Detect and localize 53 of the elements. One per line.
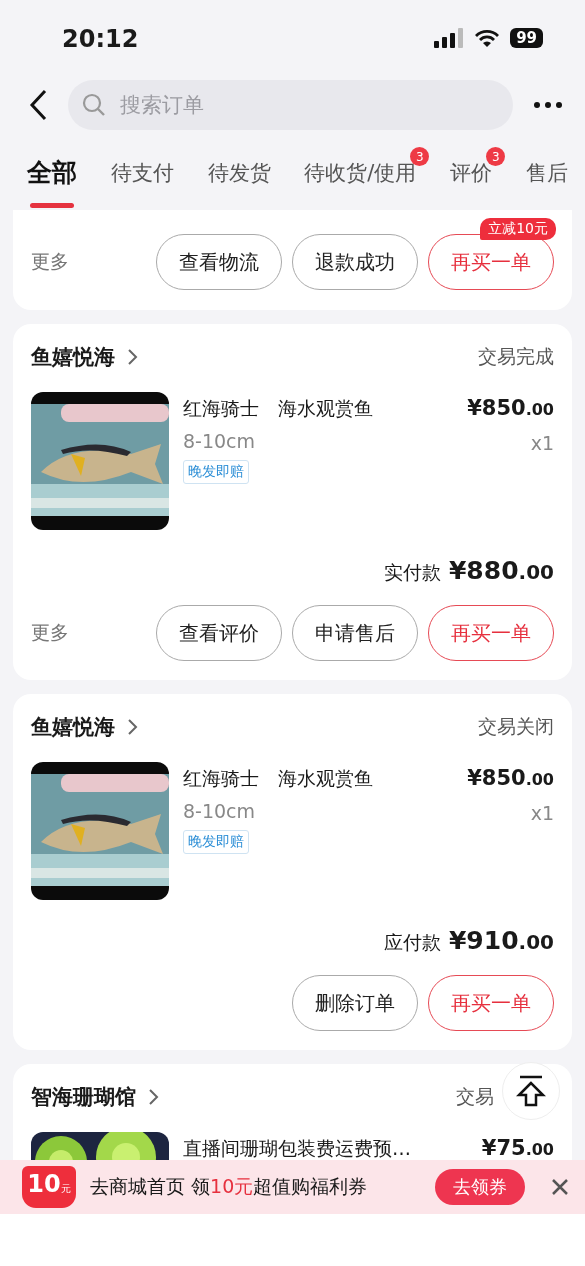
filter-tab[interactable]: 全部 <box>24 135 80 210</box>
order-status: 交易 <box>456 1084 494 1109</box>
order-action-button[interactable]: 查看物流 <box>156 234 282 290</box>
discount-tag: 立减10元 <box>480 218 556 240</box>
coupon-amount: 10元 <box>22 1166 76 1208</box>
order-action-button[interactable]: 申请售后 <box>292 605 418 661</box>
chevron-right-icon <box>127 718 139 736</box>
count-badge: 3 <box>486 147 506 166</box>
order-action-button[interactable]: 退款成功 <box>292 234 418 290</box>
quantity: x1 <box>530 802 554 824</box>
claim-coupon-button[interactable]: 去领券 <box>435 1169 525 1205</box>
shop-name[interactable]: 鱼嬉悦海 <box>31 343 115 371</box>
service-tag: 晚发即赔 <box>183 830 249 854</box>
product-title: 红海骑士 海水观赏鱼 <box>183 396 374 421</box>
order-action-button[interactable]: 查看评价 <box>156 605 282 661</box>
search-field[interactable]: 搜索订单 <box>68 80 513 130</box>
shop-name[interactable]: 智海珊瑚馆 <box>31 1083 136 1111</box>
quantity: x1 <box>530 432 554 454</box>
back-icon[interactable] <box>28 89 48 121</box>
filter-tab[interactable]: 待发货 <box>204 135 274 210</box>
product-spec: 8-10cm <box>183 800 257 822</box>
clock: 20:12 <box>62 23 140 53</box>
product-title: 直播间珊瑚包装费运费预… <box>183 1136 412 1160</box>
search-icon <box>82 93 106 117</box>
order-action-button[interactable]: 删除订单 <box>292 975 418 1031</box>
product-spec: 8-10cm <box>183 430 257 452</box>
filter-tab[interactable]: 售后 <box>523 135 571 210</box>
buy-again-button[interactable]: 再买一单 <box>428 234 554 290</box>
chevron-right-icon <box>127 348 139 366</box>
product-price: ¥850.00 <box>467 396 554 420</box>
more-icon[interactable] <box>533 101 563 109</box>
filter-tab[interactable]: 待支付 <box>107 135 177 210</box>
product-title: 红海骑士 海水观赏鱼 <box>183 766 374 791</box>
product-price: ¥75.00 <box>481 1136 554 1160</box>
product-price: ¥850.00 <box>467 766 554 790</box>
chevron-right-icon <box>148 1088 160 1106</box>
shop-name[interactable]: 鱼嬉悦海 <box>31 713 115 741</box>
total-label: 实付款 <box>383 560 441 585</box>
more-link[interactable]: 更多 <box>31 620 69 646</box>
buy-again-button[interactable]: 再买一单 <box>428 975 554 1031</box>
signal-icon <box>434 27 465 48</box>
total-label: 应付款 <box>383 930 441 955</box>
total-price: ¥910.00 <box>448 926 554 955</box>
up-arrow-icon <box>516 1075 546 1107</box>
service-tag: 晚发即赔 <box>183 460 249 484</box>
order-status: 交易完成 <box>478 344 554 369</box>
more-link[interactable]: 更多 <box>31 249 69 275</box>
total-price: ¥880.00 <box>448 556 554 585</box>
coupon-text: 去商城首页 领10元超值购福利券 <box>90 1174 369 1199</box>
battery-level: 99 <box>510 27 543 48</box>
order-status: 交易关闭 <box>478 714 554 739</box>
wifi-icon <box>474 27 501 48</box>
buy-again-button[interactable]: 再买一单 <box>428 605 554 661</box>
